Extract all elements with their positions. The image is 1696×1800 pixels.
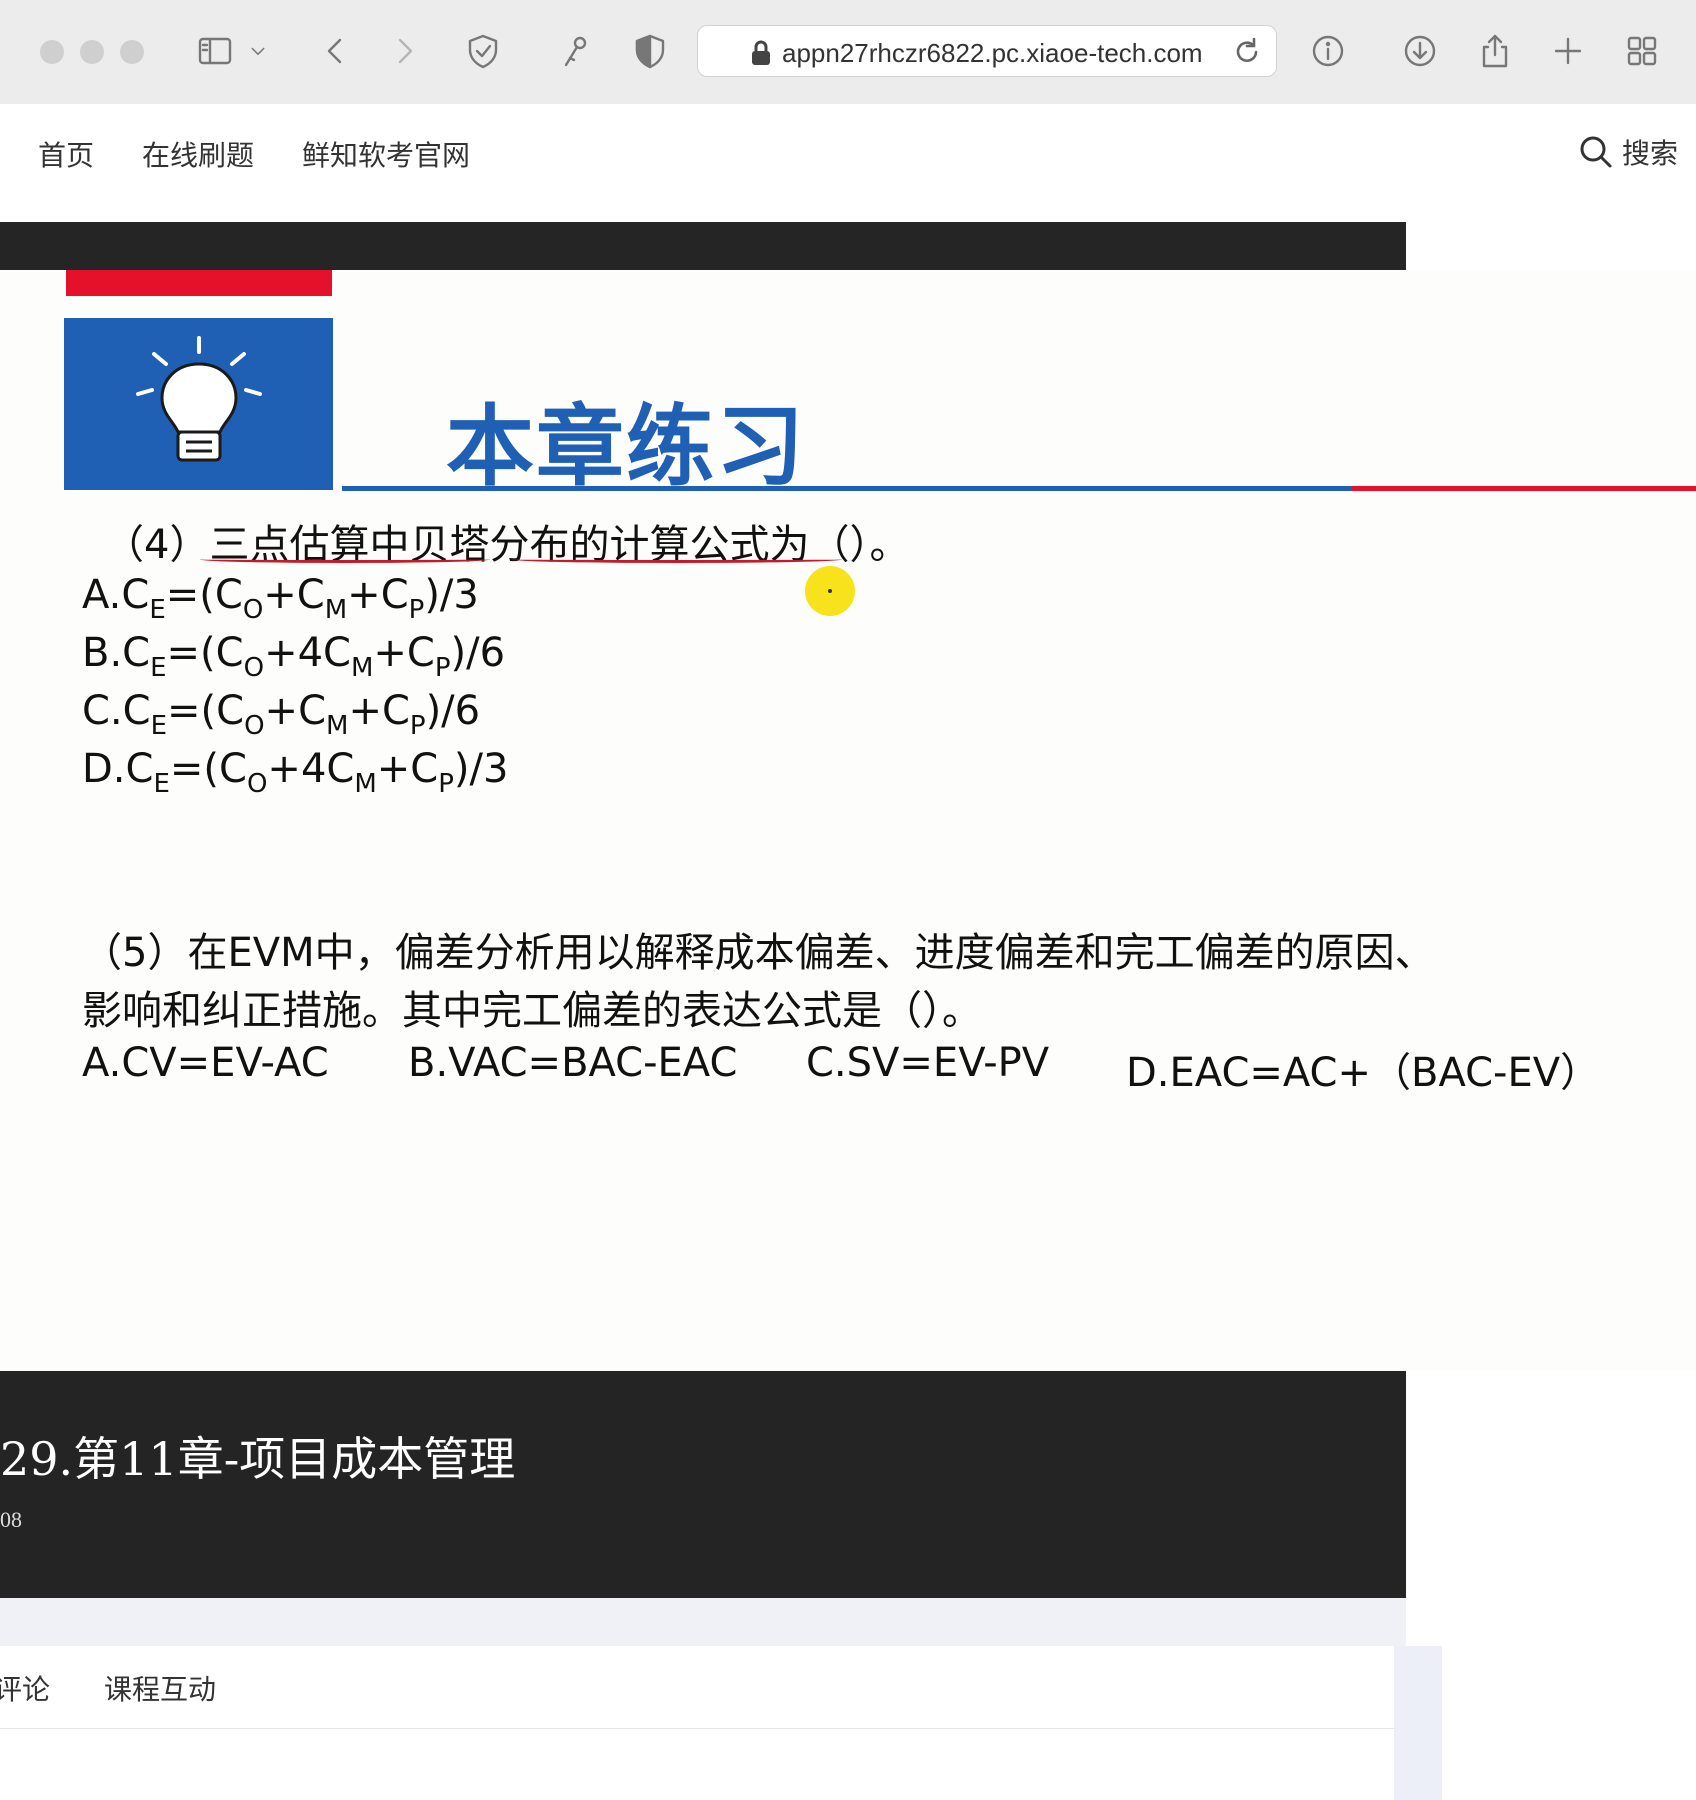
chevron-down-icon[interactable] xyxy=(243,26,273,76)
nav-item-practice[interactable]: 在线刷题 xyxy=(142,134,254,174)
question-5-option-b: B.VAC=BAC-EAC xyxy=(408,1040,738,1086)
search-label: 搜索 xyxy=(1621,137,1678,170)
search-icon xyxy=(1580,136,1612,168)
address-bar[interactable]: appn27rhczr6822.pc.xiaoe-tech.com xyxy=(697,25,1277,77)
slide-title: 本章练习 xyxy=(446,395,807,498)
tab-comments[interactable]: 评论 xyxy=(0,1668,50,1708)
reload-icon[interactable] xyxy=(1230,35,1264,69)
forward-icon[interactable] xyxy=(380,26,430,76)
video-info-bar: 29.第11章-项目成本管理 08 xyxy=(0,1371,1406,1598)
question-4-option-b: B.CE=(CO+4CM+CP)/6 xyxy=(82,630,506,683)
close-window-button[interactable] xyxy=(40,40,64,64)
slide-red-accent xyxy=(66,270,332,296)
back-icon[interactable] xyxy=(310,26,360,76)
sidebar-icon[interactable] xyxy=(190,26,240,76)
content-tabs: 评论 课程互动 xyxy=(0,1646,1394,1729)
question-5-prompt-line1: （5）在EVM中，偏差分析用以解释成本偏差、进度偏差和完工偏差的原因、 xyxy=(82,930,1435,976)
video-subtitle: 08 xyxy=(0,1507,22,1532)
nav-item-official-site[interactable]: 鲜知软考官网 xyxy=(302,134,470,174)
new-tab-icon[interactable] xyxy=(1543,26,1593,76)
question-5-option-c: C.SV=EV-PV xyxy=(806,1040,1050,1086)
laser-pointer xyxy=(805,566,855,616)
video-title: 29.第11章-项目成本管理 xyxy=(0,1432,516,1486)
annotation-underline xyxy=(200,556,490,563)
zoom-window-button[interactable] xyxy=(120,40,144,64)
title-rule-red xyxy=(1352,486,1696,491)
tab-course-interaction[interactable]: 课程互动 xyxy=(104,1668,216,1708)
title-rule-blue xyxy=(342,486,1352,491)
video-slide[interactable]: 本章练习 （4）三点估算中贝塔分布的计算公式为（）。 A.CE=(CO+CM+C… xyxy=(0,270,1696,1371)
side-panel-edge xyxy=(1394,1646,1442,1800)
nav-item-home[interactable]: 首页 xyxy=(38,134,94,174)
question-4-option-a: A.CE=(CO+CM+CP)/3 xyxy=(82,572,479,625)
lock-icon xyxy=(752,40,770,65)
shield-icon[interactable] xyxy=(458,26,508,76)
question-5-option-d: D.EAC=AC+（BAC-EV） xyxy=(1126,1050,1601,1096)
section-divider xyxy=(0,1598,1406,1646)
question-4-option-c: C.CE=(CO+CM+CP)/6 xyxy=(82,688,481,741)
search-button[interactable]: 搜索 xyxy=(1578,132,1678,172)
tab-overview-icon[interactable] xyxy=(1617,26,1667,76)
download-icon[interactable] xyxy=(1395,26,1445,76)
question-5-option-a: A.CV=EV-AC xyxy=(82,1040,329,1086)
question-4-option-d: D.CE=(CO+4CM+CP)/3 xyxy=(82,746,509,799)
annotation-underline xyxy=(512,556,842,563)
info-icon[interactable] xyxy=(1303,26,1353,76)
browser-toolbar: appn27rhczr6822.pc.xiaoe-tech.com xyxy=(0,0,1696,105)
question-5-prompt-line2: 影响和纠正措施。其中完工偏差的表达公式是（）。 xyxy=(82,988,982,1034)
lightbulb-icon xyxy=(64,318,333,490)
url-text: appn27rhczr6822.pc.xiaoe-tech.com xyxy=(782,38,1203,68)
minimize-window-button[interactable] xyxy=(80,40,104,64)
key-icon[interactable] xyxy=(550,26,600,76)
share-icon[interactable] xyxy=(1470,26,1520,76)
privacy-icon[interactable] xyxy=(625,26,675,76)
video-top-bar xyxy=(0,222,1406,270)
site-nav: 首页 在线刷题 鲜知软考官网 搜索 xyxy=(0,104,1696,198)
